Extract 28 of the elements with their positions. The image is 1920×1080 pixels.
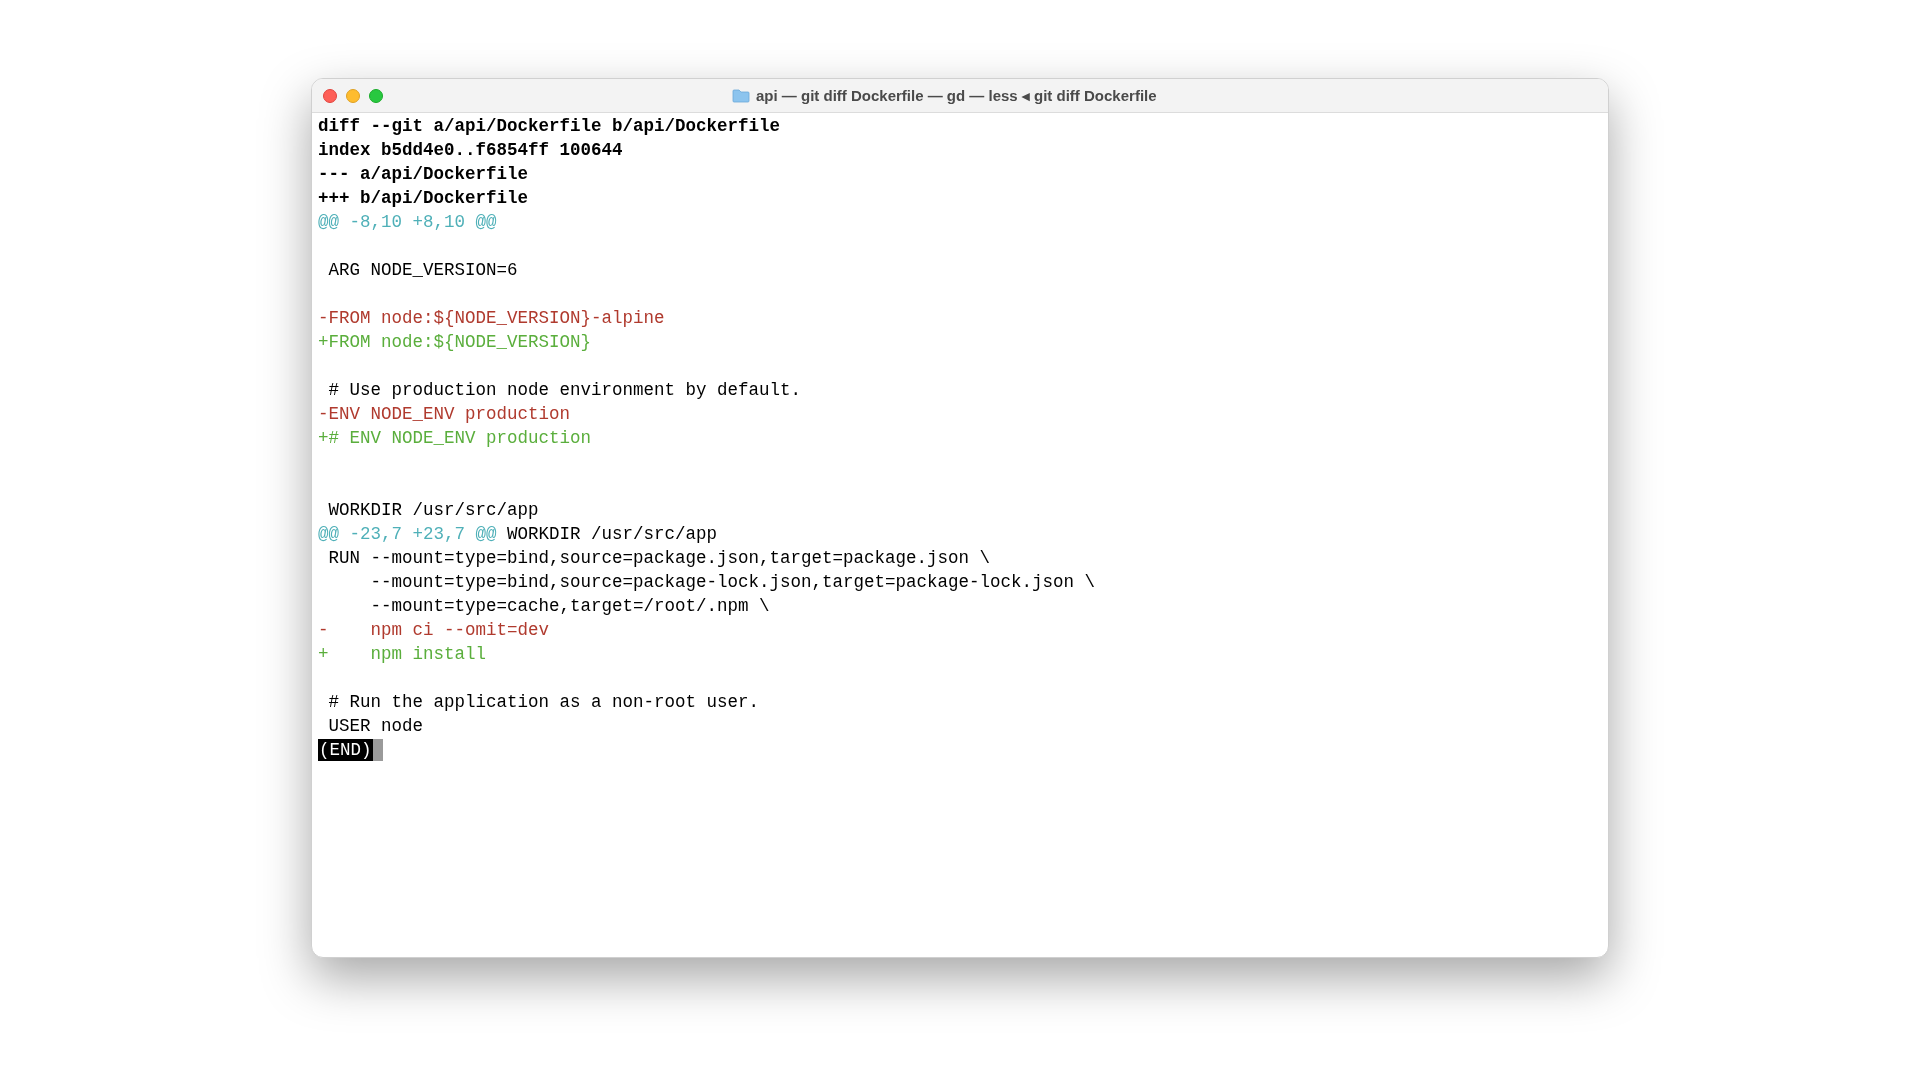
code-line: RUN --mount=type=bind,source=package.json,target=package.json \ (327, 547, 991, 570)
code-line: # Run the application as a non-root user. (327, 691, 760, 714)
hunk-header: @@ -23,7 +23,7 @@ (318, 523, 497, 546)
diff-header-line: --- a/api/Dockerfile (318, 163, 529, 186)
cursor (372, 739, 383, 761)
added-line: +# ENV NODE_ENV production (318, 427, 592, 450)
diff-header-line: diff --git a/api/Dockerfile b/api/Dockerfile (318, 115, 781, 138)
diff-header-line: +++ b/api/Dockerfile (318, 187, 529, 210)
end-marker: (END) (318, 739, 373, 761)
minimize-button[interactable] (346, 88, 360, 103)
code-line: WORKDIR /usr/src/app (327, 499, 539, 522)
code-line: # Use production node environment by default. (327, 379, 802, 402)
code-line: --mount=type=cache,target=/root/.npm \ (369, 595, 770, 618)
close-button[interactable] (323, 88, 337, 103)
added-line: + npm install (318, 643, 487, 666)
removed-line: -ENV NODE_ENV production (318, 403, 571, 426)
hunk-header: @@ -8,10 +8,10 @@ (318, 211, 497, 234)
code-line: --mount=type=bind,source=package-lock.json,target=package-lock.json \ (369, 571, 1096, 594)
code-line: USER node (327, 715, 424, 738)
added-line: +FROM node:${NODE_VERSION} (318, 331, 592, 354)
removed-line: - npm ci --omit=dev (318, 619, 550, 642)
removed-line: -FROM node:${NODE_VERSION}-alpine (318, 307, 665, 330)
folder-icon (732, 89, 750, 103)
diff-header-line: index b5dd4e0..f6854ff 100644 (318, 139, 623, 162)
hunk-context: WORKDIR /usr/src/app (506, 523, 718, 546)
code-line: ARG NODE_VERSION=6 (327, 259, 518, 282)
zoom-button[interactable] (369, 88, 383, 103)
window-title: api — git diff Dockerfile — gd — less ◂ git diff Dockerfile (756, 85, 1157, 106)
